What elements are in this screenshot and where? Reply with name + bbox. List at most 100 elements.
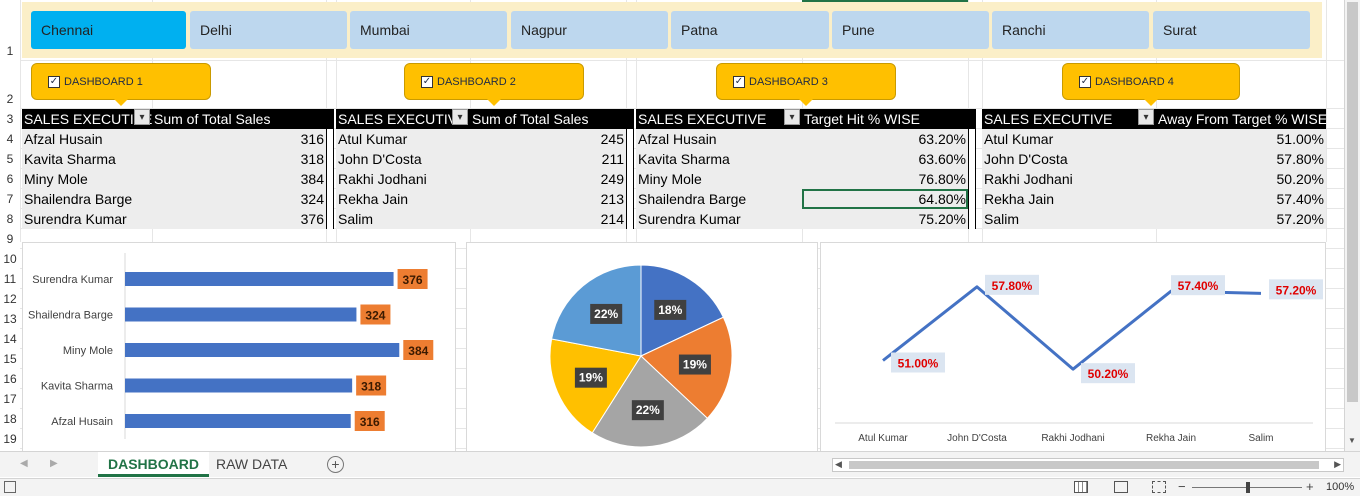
table-row[interactable]: Shailendra Barge 324: [22, 189, 326, 209]
hscroll-right-icon[interactable]: ▶: [1334, 459, 1341, 470]
column-header-executive: SALES EXECUTIVE: [638, 111, 767, 127]
selected-cell[interactable]: [802, 189, 968, 209]
table-row[interactable]: Rakhi Jodhani 249: [336, 169, 626, 189]
table-row[interactable]: Atul Kumar 51.00%: [982, 129, 1326, 149]
slicer-item-chennai[interactable]: Chennai: [31, 11, 186, 49]
table-row[interactable]: Surendra Kumar 75.20%: [636, 209, 968, 229]
metric-value: 50.20%: [1276, 171, 1324, 187]
pie-chart[interactable]: 18% 19% 22% 19% 22%: [466, 242, 818, 452]
page-break-icon[interactable]: [1152, 481, 1166, 493]
row-header[interactable]: 2: [0, 92, 20, 108]
sheet-tab-bar: ◀ ▶ DASHBOARD RAW DATA + ◀ ▶: [0, 451, 1360, 477]
vertical-scrollbar[interactable]: ▼: [1344, 0, 1360, 451]
table-row[interactable]: John D'Costa 57.80%: [982, 149, 1326, 169]
slicer-item-mumbai[interactable]: Mumbai: [350, 11, 507, 49]
data-label: 50.20%: [1088, 367, 1129, 381]
table-header: SALES EXECUTIVE ▾ Target Hit % WISE: [636, 109, 968, 129]
slicer-item-surat[interactable]: Surat: [1153, 11, 1310, 49]
column-header-metric: Sum of Total Sales: [154, 111, 271, 127]
checkbox-icon[interactable]: ✓: [48, 75, 60, 88]
row-header[interactable]: 17: [0, 392, 20, 408]
row-header[interactable]: 14: [0, 332, 20, 348]
dashboard-label: DASHBOARD 3: [749, 75, 828, 88]
dashboard-callout-3[interactable]: ✓ DASHBOARD 3: [716, 63, 896, 106]
dashboard-callout-1[interactable]: ✓ DASHBOARD 1: [31, 63, 211, 106]
filter-dropdown-icon[interactable]: ▾: [134, 109, 150, 125]
filter-dropdown-icon[interactable]: ▾: [452, 109, 468, 125]
add-sheet-icon[interactable]: +: [327, 456, 344, 473]
table-separator: [626, 129, 634, 149]
table-row[interactable]: John D'Costa 211: [336, 149, 626, 169]
slicer-item-nagpur[interactable]: Nagpur: [511, 11, 668, 49]
normal-view-icon[interactable]: [1074, 481, 1088, 493]
row-header[interactable]: 4: [0, 132, 20, 148]
tab-raw-data[interactable]: RAW DATA: [206, 452, 297, 477]
metric-value: 214: [600, 211, 624, 227]
dashboard-callout-2[interactable]: ✓ DASHBOARD 2: [404, 63, 584, 106]
row-header[interactable]: 19: [0, 432, 20, 448]
tab-dashboard[interactable]: DASHBOARD: [98, 452, 209, 477]
row-header[interactable]: 16: [0, 372, 20, 388]
data-label: 57.40%: [1178, 279, 1219, 293]
filter-dropdown-icon[interactable]: ▾: [1138, 109, 1154, 125]
data-label: 51.00%: [898, 357, 939, 371]
bar-chart[interactable]: Surendra Kumar 376 Shailendra Barge 324 Miny…: [22, 242, 456, 452]
row-header[interactable]: 7: [0, 192, 20, 208]
checkbox-icon[interactable]: ✓: [733, 75, 745, 88]
table-separator: [968, 129, 976, 149]
filter-dropdown-icon[interactable]: ▾: [784, 109, 800, 125]
table-row[interactable]: Atul Kumar 245: [336, 129, 626, 149]
category-label: Surendra Kumar: [32, 274, 113, 286]
row-header[interactable]: 15: [0, 352, 20, 368]
tab-scroll-right-icon[interactable]: ▶: [50, 458, 58, 469]
table-row[interactable]: Miny Mole 76.80%: [636, 169, 968, 189]
slicer-item-ranchi[interactable]: Ranchi: [992, 11, 1149, 49]
slicer-item-delhi[interactable]: Delhi: [190, 11, 347, 49]
table-row[interactable]: Rekha Jain 57.40%: [982, 189, 1326, 209]
row-header[interactable]: 8: [0, 212, 20, 228]
category-label: Shailendra Barge: [28, 310, 113, 322]
scroll-down-icon[interactable]: ▼: [1348, 436, 1356, 445]
slicer-item-patna[interactable]: Patna: [671, 11, 829, 49]
table-row[interactable]: Rekha Jain 213: [336, 189, 626, 209]
row-header[interactable]: 6: [0, 172, 20, 188]
slicer-item-pune[interactable]: Pune: [832, 11, 989, 49]
row-header[interactable]: 3: [0, 112, 20, 128]
checkbox-icon[interactable]: ✓: [421, 75, 433, 88]
table-row[interactable]: Kavita Sharma 63.60%: [636, 149, 968, 169]
row-header[interactable]: 5: [0, 152, 20, 168]
data-label: 57.80%: [992, 279, 1033, 293]
macro-record-icon[interactable]: [4, 481, 16, 493]
table-row[interactable]: Salim 214: [336, 209, 626, 229]
table-row[interactable]: Salim 57.20%: [982, 209, 1326, 229]
zoom-out-icon[interactable]: −: [1178, 479, 1186, 494]
hscroll-left-icon[interactable]: ◀: [835, 459, 842, 470]
executive-name: Rekha Jain: [338, 191, 409, 207]
tab-scroll-left-icon[interactable]: ◀: [20, 458, 28, 469]
row-header[interactable]: 10: [0, 252, 20, 268]
horizontal-scrollbar[interactable]: ◀ ▶: [832, 458, 1344, 472]
line-chart[interactable]: 51.00% Atul Kumar 57.80% John D'Costa 50.20%…: [820, 242, 1326, 452]
table-row[interactable]: Miny Mole 384: [22, 169, 326, 189]
row-header[interactable]: 12: [0, 292, 20, 308]
dashboard-callout-4[interactable]: ✓ DASHBOARD 4: [1062, 63, 1240, 106]
zoom-level[interactable]: 100%: [1326, 481, 1354, 493]
row-header[interactable]: 11: [0, 272, 20, 288]
category-label: Afzal Husain: [51, 416, 113, 428]
table-row[interactable]: Surendra Kumar 376: [22, 209, 326, 229]
zoom-in-icon[interactable]: +: [1306, 479, 1314, 494]
table-row[interactable]: Kavita Sharma 318: [22, 149, 326, 169]
horizontal-scroll-thumb[interactable]: [849, 461, 1319, 469]
row-header[interactable]: 9: [0, 232, 20, 248]
page-layout-icon[interactable]: [1114, 481, 1128, 493]
table-row[interactable]: Afzal Husain 63.20%: [636, 129, 968, 149]
table-row[interactable]: Afzal Husain 316: [22, 129, 326, 149]
zoom-slider-handle[interactable]: [1246, 482, 1250, 493]
row-header[interactable]: 13: [0, 312, 20, 328]
category-label: Kavita Sharma: [41, 381, 114, 393]
checkbox-icon[interactable]: ✓: [1079, 75, 1091, 88]
vertical-scroll-thumb[interactable]: [1347, 2, 1358, 402]
row-header[interactable]: 18: [0, 412, 20, 428]
table-row[interactable]: Rakhi Jodhani 50.20%: [982, 169, 1326, 189]
row-header[interactable]: 1: [0, 44, 20, 60]
